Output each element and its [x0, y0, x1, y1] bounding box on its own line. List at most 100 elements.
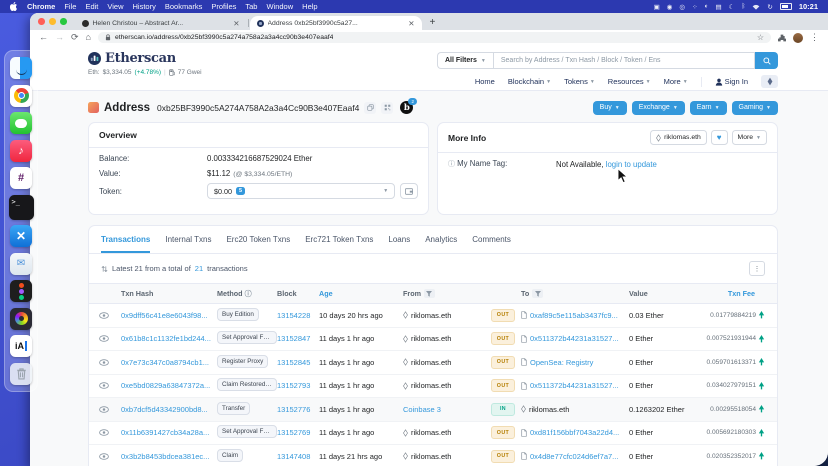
tx-hash-link[interactable]: 0xe5bd0829a63847372a...	[121, 381, 217, 390]
tx-block-link[interactable]: 13152769	[277, 428, 319, 437]
tx-hash-link[interactable]: 0xb7dcf5d43342900bd8...	[121, 405, 217, 414]
qr-code-button[interactable]	[381, 102, 393, 114]
tab-transactions[interactable]: Transactions	[101, 235, 150, 253]
menu-bar-clock[interactable]: 10:21	[799, 2, 818, 11]
tx-to[interactable]: 0xaf89c5e115ab3437fc9...	[530, 311, 618, 320]
copy-address-button[interactable]	[364, 102, 376, 114]
blockscan-chat-button[interactable]: b 2	[400, 101, 413, 114]
menu-item-tab[interactable]: Tab	[245, 2, 257, 11]
menu-item-edit[interactable]: Edit	[85, 2, 98, 11]
tx-block-link[interactable]: 13152793	[277, 381, 319, 390]
battery-icon[interactable]	[780, 3, 792, 10]
tx-to[interactable]: 0x511372b44231a31527...	[530, 334, 619, 343]
menu-item-profiles[interactable]: Profiles	[211, 2, 236, 11]
back-button[interactable]: ←	[39, 33, 48, 42]
moon-icon[interactable]: ☾	[729, 3, 735, 11]
login-to-update-link[interactable]: login to update	[606, 160, 657, 169]
sign-in-button[interactable]: Sign In	[715, 77, 748, 86]
network-switch-button[interactable]	[761, 75, 778, 88]
vscode-dock-icon[interactable]: ✕	[10, 225, 32, 247]
apple-menu-icon[interactable]	[10, 2, 18, 11]
search-input[interactable]: Search by Address / Txn Hash / Block / T…	[493, 52, 755, 69]
chrome-dock-icon[interactable]	[10, 85, 32, 107]
nav-tokens[interactable]: Tokens ▼	[564, 77, 595, 86]
info-circle-icon[interactable]: ⓘ	[245, 291, 252, 298]
tx-block-link[interactable]: 13152847	[277, 334, 319, 343]
new-tab-button[interactable]: +	[430, 17, 436, 28]
gas-price[interactable]: 77 Gwei	[178, 69, 202, 76]
tx-to[interactable]: 0xd81f156bbf7043a22d4...	[530, 428, 619, 437]
tab-comments[interactable]: Comments	[472, 235, 511, 253]
token-dropdown[interactable]: $0.00 5 ▼	[207, 183, 395, 199]
tab1-close-icon[interactable]: ✕	[233, 19, 239, 28]
record-icon[interactable]: ◉	[667, 3, 673, 11]
search-button[interactable]	[755, 52, 778, 69]
slack-dock-icon[interactable]: #	[10, 167, 32, 189]
col-txn-fee-sort-link[interactable]: Txn Fee	[701, 289, 767, 298]
bluetooth-icon[interactable]: ᛒ	[741, 3, 745, 10]
menu-item-bookmarks[interactable]: Bookmarks	[165, 2, 203, 11]
from-filter-icon[interactable]	[424, 289, 435, 298]
menu-item-help[interactable]: Help	[302, 2, 317, 11]
tab-erc721-token-txns[interactable]: Erc721 Token Txns	[305, 235, 373, 253]
tx-to[interactable]: 0x4d8e77cfc024d6ef7a7...	[530, 452, 618, 461]
terminal-dock-icon[interactable]: >_	[9, 195, 34, 220]
col-age-sort-link[interactable]: Age	[319, 289, 403, 298]
tx-hash-link[interactable]: 0x3b2b8453bdcea381ec...	[121, 452, 217, 461]
menu-item-chrome[interactable]: Chrome	[27, 2, 55, 11]
minimize-window-button[interactable]	[49, 18, 56, 25]
media-dock-icon[interactable]	[10, 308, 32, 330]
to-filter-icon[interactable]	[532, 289, 543, 298]
nav-home[interactable]: Home	[475, 77, 495, 86]
sync-icon[interactable]: ↻	[767, 3, 772, 11]
etherscan-wordmark[interactable]: Etherscan	[105, 51, 176, 66]
nav-blockchain[interactable]: Blockchain ▼	[508, 77, 551, 86]
extensions-icon[interactable]	[778, 34, 786, 42]
wifi-icon[interactable]	[752, 4, 760, 10]
tx-preview-eye-button[interactable]	[99, 453, 121, 460]
zoom-window-button[interactable]	[60, 18, 67, 25]
buy-button[interactable]: Buy ▼	[593, 101, 627, 115]
reload-button[interactable]: ⟳	[71, 33, 79, 42]
tx-from[interactable]: Coinbase 3	[403, 405, 441, 414]
music-dock-icon[interactable]: ♪	[10, 140, 32, 162]
meet-icon[interactable]: ◎	[679, 3, 685, 11]
bookmark-star-icon[interactable]: ☆	[757, 33, 764, 42]
tab-loans[interactable]: Loans	[388, 235, 410, 253]
trash-dock-icon[interactable]	[10, 363, 32, 385]
token-wallet-button[interactable]	[400, 183, 418, 199]
grid-icon[interactable]: ⁘	[692, 3, 697, 11]
browser-tab-2[interactable]: Address 0xb25bf3990c5a27... ✕	[250, 16, 422, 30]
tx-block-link[interactable]: 13152845	[277, 358, 319, 367]
browser-menu-kebab-icon[interactable]: ⋮	[810, 33, 819, 42]
favorite-button[interactable]: ♥	[711, 130, 728, 145]
earn-button[interactable]: Earn ▼	[690, 101, 727, 115]
menu-item-file[interactable]: File	[64, 2, 76, 11]
menu-item-window[interactable]: Window	[266, 2, 293, 11]
tx-to[interactable]: 0x511372b44231a31527...	[530, 381, 619, 390]
nav-resources[interactable]: Resources ▼	[608, 77, 651, 86]
tx-hash-link[interactable]: 0x61b8c1c1132fe1bd244...	[121, 334, 217, 343]
menu-item-view[interactable]: View	[107, 2, 123, 11]
home-button[interactable]: ⌂	[86, 33, 91, 42]
more-dropdown-button[interactable]: More ▼	[732, 130, 767, 145]
forward-button[interactable]: →	[55, 33, 64, 42]
tx-preview-eye-button[interactable]	[99, 335, 121, 342]
tx-block-link[interactable]: 13154228	[277, 311, 319, 320]
tx-to[interactable]: OpenSea: Registry	[530, 358, 593, 367]
tx-preview-eye-button[interactable]	[99, 429, 121, 436]
tx-block-link[interactable]: 13147408	[277, 452, 319, 461]
mail-dock-icon[interactable]: ✉	[10, 253, 32, 275]
tab-erc20-token-txns[interactable]: Erc20 Token Txns	[226, 235, 290, 253]
tx-hash-link[interactable]: 0x7e73c347c0a8794cb1...	[121, 358, 217, 367]
close-window-button[interactable]	[38, 18, 45, 25]
ia-writer-dock-icon[interactable]: iA	[10, 335, 32, 357]
tx-block-link[interactable]: 13152776	[277, 405, 319, 414]
tab-internal-txns[interactable]: Internal Txns	[165, 235, 211, 253]
contrast-icon[interactable]: ◐	[705, 3, 709, 10]
table-options-kebab-icon[interactable]: ⋮	[749, 261, 765, 276]
tx-hash-link[interactable]: 0x11b6391427cb34a28a...	[121, 428, 217, 437]
summary-count-link[interactable]: 21	[195, 264, 203, 273]
menu-item-history[interactable]: History	[133, 2, 156, 11]
nav-more[interactable]: More ▼	[664, 77, 688, 86]
